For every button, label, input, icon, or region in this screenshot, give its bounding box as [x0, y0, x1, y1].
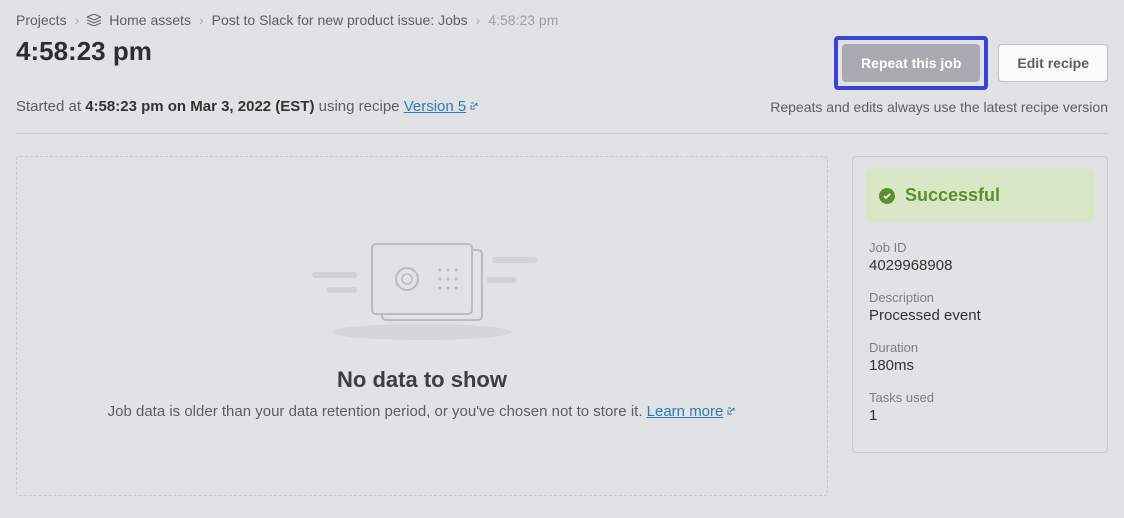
- duration-field: Duration 180ms: [865, 340, 1095, 374]
- duration-label: Duration: [869, 340, 1091, 355]
- description-value: Processed event: [869, 307, 1091, 324]
- tasks-used-value: 1: [869, 407, 1091, 424]
- status-label: Successful: [905, 185, 1000, 206]
- breadcrumb: Projects › Home assets › Post to Slack f…: [0, 0, 1124, 28]
- breadcrumb-recipe[interactable]: Post to Slack for new product issue: Job…: [212, 12, 468, 28]
- breadcrumb-projects[interactable]: Projects: [16, 12, 67, 28]
- learn-more-link[interactable]: Learn more: [647, 403, 737, 420]
- check-circle-icon: [879, 188, 895, 204]
- started-at-time: 4:58:23 pm on Mar 3, 2022 (EST): [85, 98, 314, 115]
- breadcrumb-current: 4:58:23 pm: [488, 12, 558, 28]
- empty-state-description: Job data is older than your data retenti…: [108, 403, 737, 420]
- job-id-field: Job ID 4029968908: [865, 240, 1095, 274]
- repeat-note-text: Repeats and edits always use the latest …: [770, 99, 1108, 115]
- duration-value: 180ms: [869, 357, 1091, 374]
- job-id-value: 4029968908: [869, 257, 1091, 274]
- edit-recipe-button[interactable]: Edit recipe: [998, 44, 1108, 82]
- recipe-version-link[interactable]: Version 5: [404, 98, 480, 115]
- empty-state-panel: No data to show Job data is older than y…: [16, 156, 828, 496]
- repeat-button-highlight: Repeat this job: [834, 36, 988, 90]
- page-title: 4:58:23 pm: [16, 36, 152, 67]
- subheader: Started at 4:58:23 pm on Mar 3, 2022 (ES…: [0, 90, 1124, 115]
- tasks-used-label: Tasks used: [869, 390, 1091, 405]
- tasks-used-field: Tasks used 1: [865, 390, 1095, 424]
- external-link-icon: [469, 98, 479, 108]
- external-link-icon: [726, 403, 736, 413]
- chevron-right-icon: ›: [75, 12, 80, 28]
- chevron-right-icon: ›: [476, 12, 481, 28]
- description-field: Description Processed event: [865, 290, 1095, 324]
- description-label: Description: [869, 290, 1091, 305]
- page-header: 4:58:23 pm Repeat this job Edit recipe: [0, 28, 1124, 90]
- empty-state-title: No data to show: [337, 367, 507, 393]
- using-recipe-text: using recipe: [314, 98, 403, 115]
- chevron-right-icon: ›: [199, 12, 204, 28]
- job-id-label: Job ID: [869, 240, 1091, 255]
- started-at-prefix: Started at: [16, 98, 85, 115]
- breadcrumb-home-assets[interactable]: Home assets: [109, 12, 191, 28]
- layers-icon: [87, 14, 101, 26]
- status-banner: Successful: [865, 169, 1095, 222]
- vault-illustration-icon: [292, 232, 552, 347]
- job-details-panel: Successful Job ID 4029968908 Description…: [852, 156, 1108, 453]
- content-area: No data to show Job data is older than y…: [0, 134, 1124, 512]
- repeat-job-button[interactable]: Repeat this job: [842, 44, 980, 82]
